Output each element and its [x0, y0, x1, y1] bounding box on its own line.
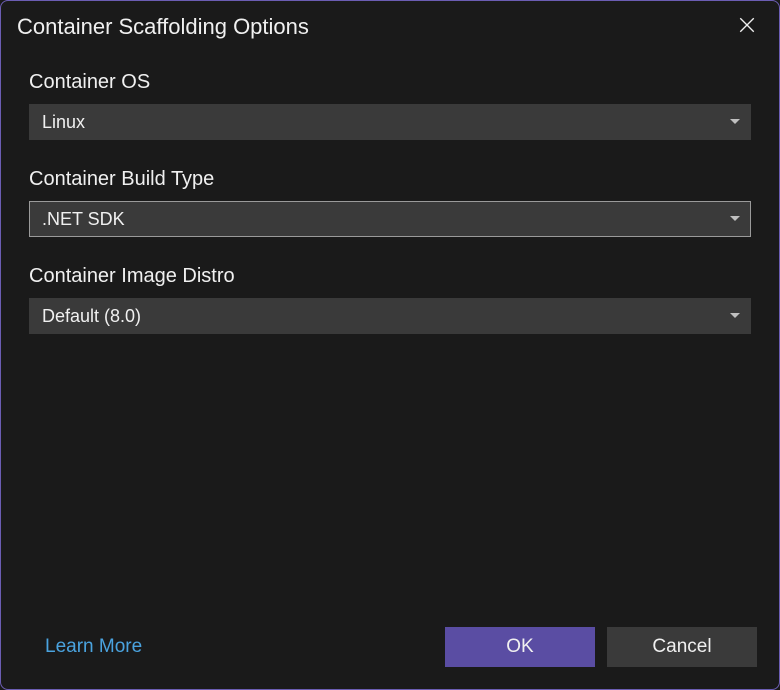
close-button[interactable]	[731, 11, 763, 43]
dialog-body: Container OS Linux Container Build Type …	[1, 49, 779, 611]
container-image-distro-value: Default (8.0)	[42, 306, 141, 327]
cancel-button[interactable]: Cancel	[607, 627, 757, 667]
container-build-type-value: .NET SDK	[42, 209, 125, 230]
ok-button[interactable]: OK	[445, 627, 595, 667]
chevron-down-icon	[730, 119, 740, 125]
container-os-value: Linux	[42, 112, 85, 133]
field-container-image-distro: Container Image Distro Default (8.0)	[29, 265, 751, 334]
container-image-distro-label: Container Image Distro	[29, 265, 751, 288]
container-build-type-label: Container Build Type	[29, 168, 751, 191]
close-icon	[738, 16, 756, 39]
dialog-container: Container Scaffolding Options Container …	[0, 0, 780, 690]
field-container-build-type: Container Build Type .NET SDK	[29, 168, 751, 237]
field-container-os: Container OS Linux	[29, 71, 751, 140]
body-spacer	[29, 362, 751, 611]
dialog-footer: Learn More OK Cancel	[1, 611, 779, 689]
learn-more-link[interactable]: Learn More	[45, 636, 142, 658]
container-build-type-dropdown[interactable]: .NET SDK	[29, 201, 751, 237]
container-os-label: Container OS	[29, 71, 751, 94]
chevron-down-icon	[730, 216, 740, 222]
chevron-down-icon	[730, 313, 740, 319]
dialog-title: Container Scaffolding Options	[17, 14, 309, 40]
container-os-dropdown[interactable]: Linux	[29, 104, 751, 140]
titlebar: Container Scaffolding Options	[1, 1, 779, 49]
container-image-distro-dropdown[interactable]: Default (8.0)	[29, 298, 751, 334]
